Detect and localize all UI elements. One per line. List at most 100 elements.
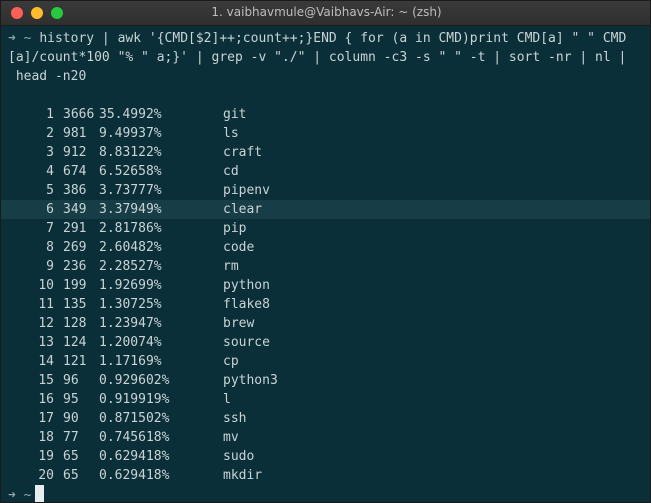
- percent-cell: 0.929602%: [99, 373, 170, 388]
- line-number: 16: [38, 392, 54, 407]
- line-number: 14: [38, 354, 54, 369]
- percent-cell: 0.629418%: [99, 468, 170, 483]
- count-cell: 124: [63, 335, 87, 350]
- line-number: 4: [46, 164, 54, 179]
- line-number: 18: [38, 430, 54, 445]
- line-number: 3: [46, 145, 54, 160]
- line-number: 1: [46, 107, 54, 122]
- terminal-content[interactable]: ➜ ~ history | awk '{CMD[$2]++;count++;}E…: [1, 29, 650, 485]
- title-bar[interactable]: 1. vaibhavmule@Vaibhavs-Air: ~ (zsh): [1, 1, 650, 26]
- command-cell: code: [223, 240, 255, 255]
- table-row: 18 77 0.745618% mv: [8, 428, 648, 447]
- command-cell: l: [223, 392, 231, 407]
- command-line-1: ➜ ~ history | awk '{CMD[$2]++;count++;}E…: [8, 29, 648, 48]
- count-cell: 912: [63, 145, 87, 160]
- line-number: 20: [38, 468, 54, 483]
- count-cell: 349: [63, 202, 87, 217]
- count-cell: 269: [63, 240, 87, 255]
- table-row: 2 981 9.49937% ls: [8, 124, 648, 143]
- table-row: 6 349 3.37949% clear: [1, 200, 650, 219]
- percent-cell: 2.60482%: [99, 240, 162, 255]
- count-cell: 128: [63, 316, 87, 331]
- table-row: 19 65 0.629418% sudo: [8, 447, 648, 466]
- count-cell: 96: [63, 373, 79, 388]
- percent-cell: 1.30725%: [99, 297, 162, 312]
- line-number: 11: [38, 297, 54, 312]
- table-row: 12 128 1.23947% brew: [8, 314, 648, 333]
- line-number: 6: [46, 202, 54, 217]
- window-title: 1. vaibhavmule@Vaibhavs-Air: ~ (zsh): [211, 5, 442, 19]
- line-number: 19: [38, 449, 54, 464]
- table-row: 9 236 2.28527% rm: [8, 257, 648, 276]
- table-row: 17 90 0.871502% ssh: [8, 409, 648, 428]
- table-row: 8 269 2.60482% code: [8, 238, 648, 257]
- percent-cell: 2.81786%: [99, 221, 162, 236]
- percent-cell: 0.919919%: [99, 392, 170, 407]
- table-row: 13 124 1.20074% source: [8, 333, 648, 352]
- percent-cell: 8.83122%: [99, 145, 162, 160]
- percent-cell: 1.17169%: [99, 354, 162, 369]
- line-number: 5: [46, 183, 54, 198]
- count-cell: 77: [63, 430, 79, 445]
- count-cell: 121: [63, 354, 87, 369]
- command-cell: flake8: [223, 297, 270, 312]
- table-row: 10 199 1.92699% python: [8, 276, 648, 295]
- table-row: 15 96 0.929602% python3: [8, 371, 648, 390]
- command-cell: sudo: [223, 449, 255, 464]
- count-cell: 65: [63, 449, 79, 464]
- count-cell: 291: [63, 221, 87, 236]
- command-cell: pip: [223, 221, 247, 236]
- command-text-line-2: [a]/count*100 "% " a;}' | grep -v "./" |…: [8, 50, 627, 65]
- command-cell: python: [223, 278, 270, 293]
- percent-cell: 1.23947%: [99, 316, 162, 331]
- count-cell: 199: [63, 278, 87, 293]
- prompt-directory: ~: [23, 31, 32, 46]
- percent-cell: 3.73777%: [99, 183, 162, 198]
- output-table: 1 3666 35.4992% git 2 981 9.49937% ls 3 912 8.8312…: [1, 105, 650, 485]
- count-cell: 236: [63, 259, 87, 274]
- command-cell: python3: [223, 373, 278, 388]
- command-cell: source: [223, 335, 270, 350]
- text-cursor: [35, 485, 45, 502]
- table-row: 1 3666 35.4992% git: [8, 105, 648, 124]
- table-row: 5 386 3.73777% pipenv: [8, 181, 648, 200]
- command-cell: brew: [223, 316, 255, 331]
- line-number: 9: [46, 259, 54, 274]
- percent-cell: 0.871502%: [99, 411, 170, 426]
- percent-cell: 1.20074%: [99, 335, 162, 350]
- percent-cell: 3.37949%: [99, 202, 162, 217]
- prompt-directory: ~: [23, 488, 32, 503]
- command-cell: clear: [223, 202, 263, 217]
- command-cell: craft: [223, 145, 263, 160]
- line-number: 12: [38, 316, 54, 331]
- count-cell: 90: [63, 411, 79, 426]
- line-number: 10: [38, 278, 54, 293]
- prompt-arrow-icon: ➜: [8, 488, 16, 503]
- table-row: 7 291 2.81786% pip: [8, 219, 648, 238]
- table-row: 3 912 8.83122% craft: [8, 143, 648, 162]
- table-row: 4 674 6.52658% cd: [8, 162, 648, 181]
- table-row: 11 135 1.30725% flake8: [8, 295, 648, 314]
- command-cell: cp: [223, 354, 239, 369]
- percent-cell: 9.49937%: [99, 126, 162, 141]
- command-text-line-3: head -n20: [8, 69, 87, 84]
- command-cell: pipenv: [223, 183, 270, 198]
- count-cell: 95: [63, 392, 79, 407]
- command-cell: mkdir: [223, 468, 263, 483]
- current-prompt[interactable]: ➜ ~: [8, 485, 45, 503]
- command-cell: rm: [223, 259, 239, 274]
- table-row: 20 65 0.629418% mkdir: [8, 466, 648, 485]
- command-cell: mv: [223, 430, 239, 445]
- table-row: 16 95 0.919919% l: [8, 390, 648, 409]
- percent-cell: 0.629418%: [99, 449, 170, 464]
- line-number: 15: [38, 373, 54, 388]
- line-number: 17: [38, 411, 54, 426]
- line-number: 8: [46, 240, 54, 255]
- line-number: 7: [46, 221, 54, 236]
- line-number: 13: [38, 335, 54, 350]
- command-cell: ls: [223, 126, 239, 141]
- percent-cell: 35.4992%: [99, 107, 162, 122]
- count-cell: 3666: [63, 107, 95, 122]
- percent-cell: 1.92699%: [99, 278, 162, 293]
